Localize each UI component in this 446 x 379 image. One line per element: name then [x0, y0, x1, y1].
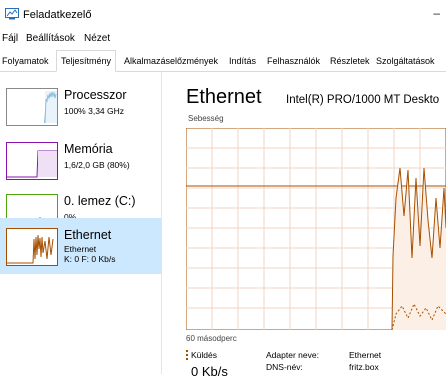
dns-name-value: fritz.box [349, 362, 379, 372]
tab-performance[interactable]: Teljesítmény [56, 50, 117, 72]
sidebar-item-memory[interactable]: Memória 1,6/2,0 GB (80%) [0, 132, 161, 186]
sidebar-item-label: 0. lemez (C:) [64, 194, 136, 208]
sidebar-item-label: Memória [64, 142, 113, 156]
sidebar-item-subtitle: 1,6/2,0 GB (80%) [64, 160, 130, 170]
task-manager-icon [5, 8, 19, 20]
adapter-name-value: Ethernet [349, 350, 382, 360]
tab-app-history[interactable]: Alkalmazáselőzmények [124, 52, 218, 70]
send-value: 0 Kb/s [191, 364, 228, 379]
sidebar-item-throughput: K: 0 F: 0 Kb/s [64, 254, 116, 264]
menu-view[interactable]: Nézet [84, 33, 110, 44]
speed-label: Sebesség [188, 114, 224, 123]
menu-bar: Fájl Beállítások Nézet [0, 30, 446, 46]
ethernet-thumbnail-graph [6, 228, 58, 266]
menu-settings[interactable]: Beállítások [26, 33, 75, 44]
sidebar-item-subtitle: Ethernet [64, 244, 97, 254]
adapter-model: Intel(R) PRO/1000 MT Deskto [286, 94, 440, 106]
page-title: Ethernet [186, 86, 262, 108]
sidebar-item-ethernet[interactable]: Ethernet Ethernet K: 0 F: 0 Kb/s [0, 218, 161, 274]
tab-details[interactable]: Részletek [330, 52, 370, 70]
tab-services[interactable]: Szolgáltatások [376, 52, 435, 70]
sidebar-item-subtitle: 100% 3,34 GHz [64, 106, 125, 116]
minimize-button[interactable]: – [433, 6, 440, 20]
send-label: Küldés [186, 350, 217, 360]
window-title: Feladatkezelő [23, 9, 92, 21]
tab-processes[interactable]: Folyamatok [2, 52, 49, 70]
sidebar-item-label: Ethernet [64, 228, 112, 242]
menu-file[interactable]: Fájl [2, 33, 18, 44]
resource-sidebar: Processzor 100% 3,34 GHz Memória 1,6/2,0… [0, 72, 162, 374]
throughput-graph [186, 128, 446, 330]
adapter-name-key: Adapter neve: [266, 350, 319, 360]
sidebar-item-cpu[interactable]: Processzor 100% 3,34 GHz [0, 78, 161, 132]
tab-bar: Folyamatok Teljesítmény Alkalmazáselőzmé… [0, 49, 446, 72]
sidebar-item-label: Processzor [64, 88, 127, 102]
cpu-thumbnail-graph [6, 88, 58, 126]
dns-name-key: DNS-név: [266, 362, 303, 372]
tab-users[interactable]: Felhasználók [267, 52, 320, 70]
tab-startup[interactable]: Indítás [229, 52, 256, 70]
time-axis-label: 60 másodperc [186, 334, 237, 343]
title-bar: Feladatkezelő – [0, 0, 446, 28]
memory-thumbnail-graph [6, 142, 58, 180]
